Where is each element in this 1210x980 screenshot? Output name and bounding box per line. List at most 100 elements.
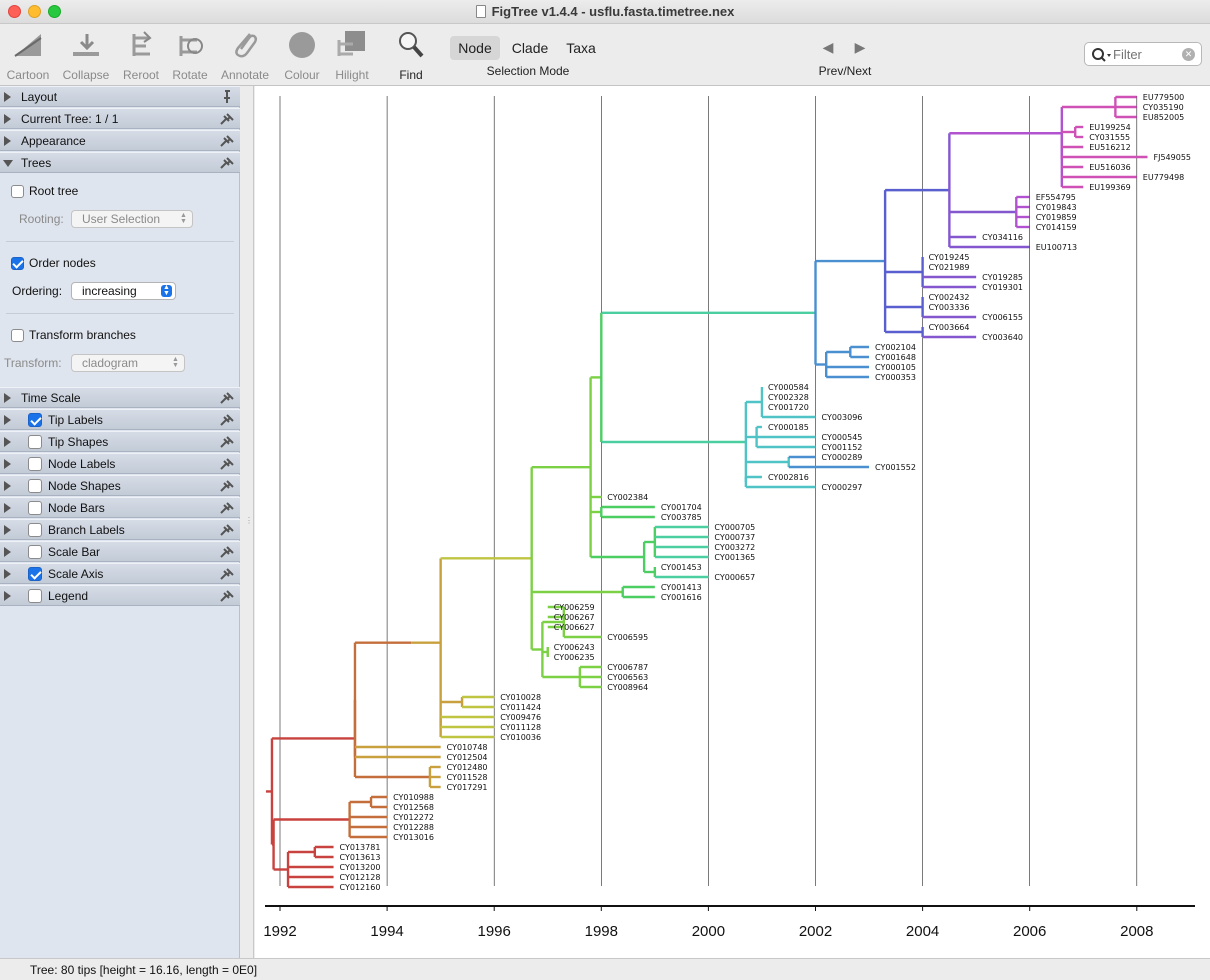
panel-node-labels-header[interactable]: Node Labels: [0, 453, 240, 474]
panel-node-bars-header[interactable]: Node Bars: [0, 497, 240, 518]
disclosure-triangle-icon[interactable]: [4, 481, 11, 491]
disclosure-triangle-icon[interactable]: [4, 136, 11, 146]
hilight-icon: [337, 31, 365, 56]
selection-taxa-button[interactable]: Taxa: [558, 36, 604, 60]
panel-enable-checkbox[interactable]: [28, 567, 42, 581]
sidebar: Layout Current Tree: 1 / 1 Appearance Tr…: [0, 86, 240, 958]
disclosure-triangle-icon[interactable]: [4, 503, 11, 513]
pin-icon[interactable]: [219, 391, 235, 405]
transform-branches-checkbox[interactable]: [11, 329, 24, 342]
collapse-icon: [73, 34, 99, 56]
panel-branch-labels-header[interactable]: Branch Labels: [0, 519, 240, 540]
pin-icon[interactable]: [219, 413, 235, 427]
search-icon[interactable]: [1091, 47, 1113, 63]
prev-button[interactable]: ◀: [814, 36, 842, 58]
prev-next-caption: Prev/Next: [818, 64, 872, 78]
collapse-button[interactable]: Collapse: [58, 28, 114, 82]
panel-scale-bar-header[interactable]: Scale Bar: [0, 541, 240, 562]
pin-icon[interactable]: [219, 479, 235, 493]
reroot-label: Reroot: [122, 68, 160, 82]
next-button[interactable]: ▶: [846, 36, 874, 58]
window-minimize-button[interactable]: [28, 5, 41, 18]
pin-icon[interactable]: [219, 435, 235, 449]
hilight-button[interactable]: Hilight: [324, 28, 380, 82]
colour-button[interactable]: Colour: [274, 28, 330, 82]
panel-layout-header[interactable]: Layout: [0, 86, 240, 107]
disclosure-triangle-icon[interactable]: [4, 393, 11, 403]
panel-enable-checkbox[interactable]: [28, 479, 42, 493]
pin-icon[interactable]: [219, 112, 235, 126]
panel-node-shapes-header[interactable]: Node Shapes: [0, 475, 240, 496]
axis-tick-label: 1992: [263, 923, 296, 940]
disclosure-triangle-icon[interactable]: [4, 591, 11, 601]
panel-enable-checkbox[interactable]: [28, 589, 42, 603]
selection-node-button[interactable]: Node: [450, 36, 500, 60]
disclosure-triangle-icon[interactable]: [3, 160, 13, 167]
cartoon-button[interactable]: Cartoon: [0, 28, 56, 82]
panel-enable-checkbox[interactable]: [28, 523, 42, 537]
root-tree-checkbox[interactable]: [11, 185, 24, 198]
disclosure-triangle-icon[interactable]: [4, 459, 11, 469]
pin-icon[interactable]: [219, 501, 235, 515]
disclosure-triangle-icon[interactable]: [4, 437, 11, 447]
tip-label: CY000289: [822, 453, 863, 462]
panel-enable-checkbox[interactable]: [28, 501, 42, 515]
panel-trees-header[interactable]: Trees: [0, 152, 240, 173]
panel-legend-header[interactable]: Legend: [0, 585, 240, 606]
panel-enable-checkbox[interactable]: [28, 413, 42, 427]
reroot-button[interactable]: Reroot: [113, 28, 169, 82]
pin-icon[interactable]: [219, 156, 235, 170]
disclosure-triangle-icon[interactable]: [4, 547, 11, 557]
transform-select[interactable]: cladogram ▲ ▼: [71, 354, 185, 372]
panel-time-scale-header[interactable]: Time Scale: [0, 387, 240, 408]
selection-mode-caption: Selection Mode: [486, 64, 570, 78]
panel-title: Tip Labels: [48, 413, 103, 427]
rooting-value: User Selection: [82, 212, 161, 226]
panel-enable-checkbox[interactable]: [28, 545, 42, 559]
panel-appearance-header[interactable]: Appearance: [0, 130, 240, 151]
tip-label: CY000185: [768, 423, 809, 432]
disclosure-triangle-icon[interactable]: [4, 114, 11, 124]
window-close-button[interactable]: [8, 5, 21, 18]
panel-enable-checkbox[interactable]: [28, 435, 42, 449]
panel-current-tree-header[interactable]: Current Tree: 1 / 1: [0, 108, 240, 129]
annotate-button[interactable]: Annotate: [217, 28, 273, 82]
order-nodes-checkbox[interactable]: [11, 257, 24, 270]
tree-canvas[interactable]: EU779500 CY035190 EU852005 EU199254 CY031555…: [255, 86, 1210, 958]
ordering-select[interactable]: increasing ▲ ▼: [71, 282, 176, 300]
disclosure-triangle-icon[interactable]: [4, 569, 11, 579]
filter-input[interactable]: [1113, 45, 1181, 63]
panel-title: Tip Shapes: [48, 435, 109, 449]
pin-icon[interactable]: [219, 90, 235, 104]
disclosure-triangle-icon[interactable]: [4, 415, 11, 425]
pin-icon[interactable]: [219, 545, 235, 559]
collapse-label: Collapse: [62, 68, 110, 82]
panel-scale-axis-header[interactable]: Scale Axis: [0, 563, 240, 584]
tip-label: CY003785: [661, 513, 702, 522]
panel-tip-labels-header[interactable]: Tip Labels: [0, 409, 240, 430]
cartoon-icon: [14, 34, 42, 57]
tip-label: CY014159: [1036, 223, 1077, 232]
clear-filter-icon[interactable]: ✕: [1182, 48, 1195, 61]
find-button[interactable]: Find: [383, 28, 439, 82]
pin-icon[interactable]: [219, 567, 235, 581]
split-pane-divider[interactable]: ⋮: [240, 86, 254, 958]
tip-label: EU516212: [1089, 143, 1130, 152]
selection-clade-button[interactable]: Clade: [504, 36, 556, 60]
disclosure-triangle-icon[interactable]: [4, 92, 11, 102]
axis-tick-label: 1998: [585, 923, 618, 940]
tip-label: CY006787: [607, 663, 648, 672]
disclosure-triangle-icon[interactable]: [4, 525, 11, 535]
pin-icon[interactable]: [219, 589, 235, 603]
pin-icon[interactable]: [219, 134, 235, 148]
panel-title: Scale Bar: [48, 545, 101, 559]
pin-icon[interactable]: [219, 523, 235, 537]
panel-tip-shapes-header[interactable]: Tip Shapes: [0, 431, 240, 452]
tip-label: CY013781: [340, 843, 381, 852]
window-zoom-button[interactable]: [48, 5, 61, 18]
panel-enable-checkbox[interactable]: [28, 457, 42, 471]
rooting-select[interactable]: User Selection ▲ ▼: [71, 210, 193, 228]
rotate-button[interactable]: Rotate: [162, 28, 218, 82]
panel-title: Branch Labels: [48, 523, 125, 537]
pin-icon[interactable]: [219, 457, 235, 471]
